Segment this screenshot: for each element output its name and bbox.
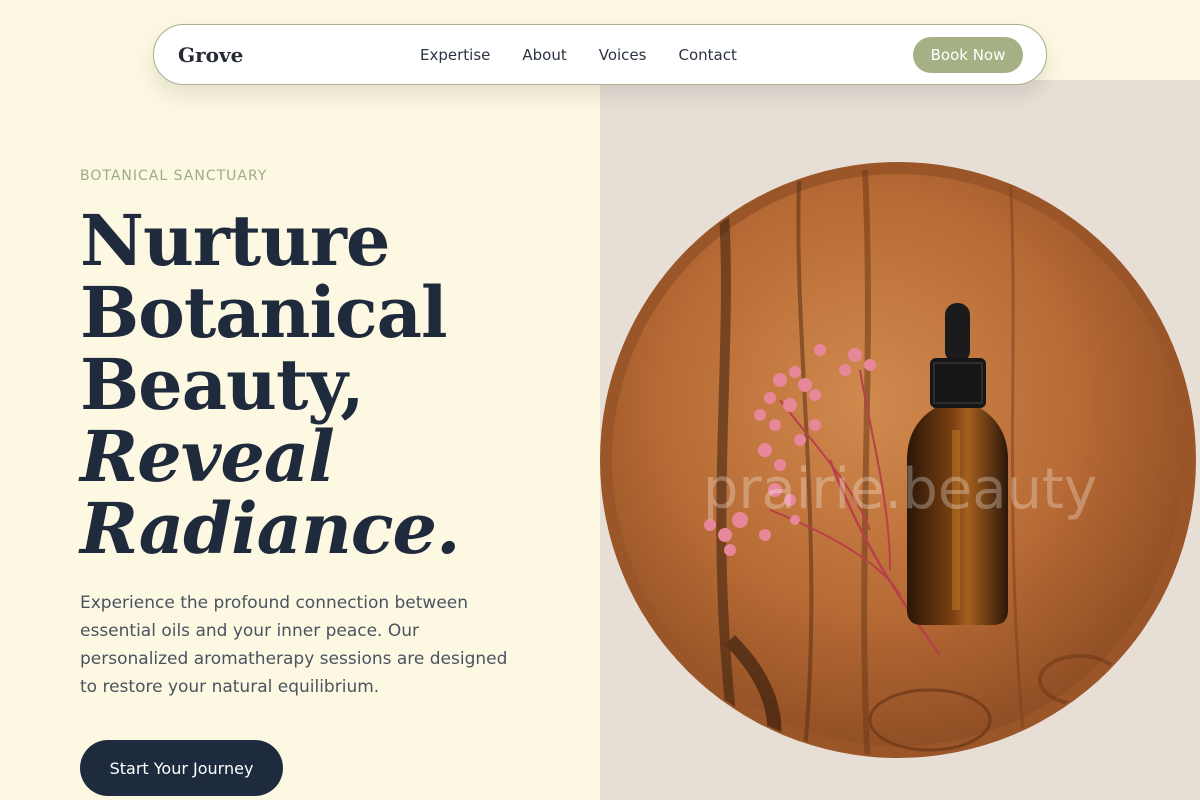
headline-italic-line-1: Reveal	[80, 415, 335, 498]
start-journey-button[interactable]: Start Your Journey	[80, 740, 283, 796]
headline-line-3: Beauty,	[80, 343, 365, 426]
book-now-button[interactable]: Book Now	[913, 37, 1023, 73]
headline-line-1: Nurture	[80, 199, 390, 282]
brand-logo[interactable]: Grove	[178, 43, 243, 67]
nav-links: Expertise About Voices Contact	[420, 46, 737, 64]
headline-line-2: Botanical	[80, 271, 448, 354]
hero-eyebrow: BOTANICAL SANCTUARY	[80, 168, 268, 184]
nav-link-about[interactable]: About	[522, 46, 566, 64]
watermark-text: prairie.beauty	[703, 457, 1097, 522]
hero-description: Experience the profound connection betwe…	[80, 593, 508, 697]
nav-link-expertise[interactable]: Expertise	[420, 46, 490, 64]
headline-italic-line-2: Radiance.	[80, 487, 460, 570]
nav-link-voices[interactable]: Voices	[599, 46, 647, 64]
nav-link-contact[interactable]: Contact	[678, 46, 736, 64]
hero-product-image: prairie.beauty	[600, 80, 1200, 800]
hero-headline: Nurture Botanical Beauty, Reveal Radianc…	[80, 199, 460, 570]
product-illustration: prairie.beauty	[600, 80, 1200, 800]
top-nav: Grove Expertise About Voices Contact Boo…	[153, 24, 1047, 85]
